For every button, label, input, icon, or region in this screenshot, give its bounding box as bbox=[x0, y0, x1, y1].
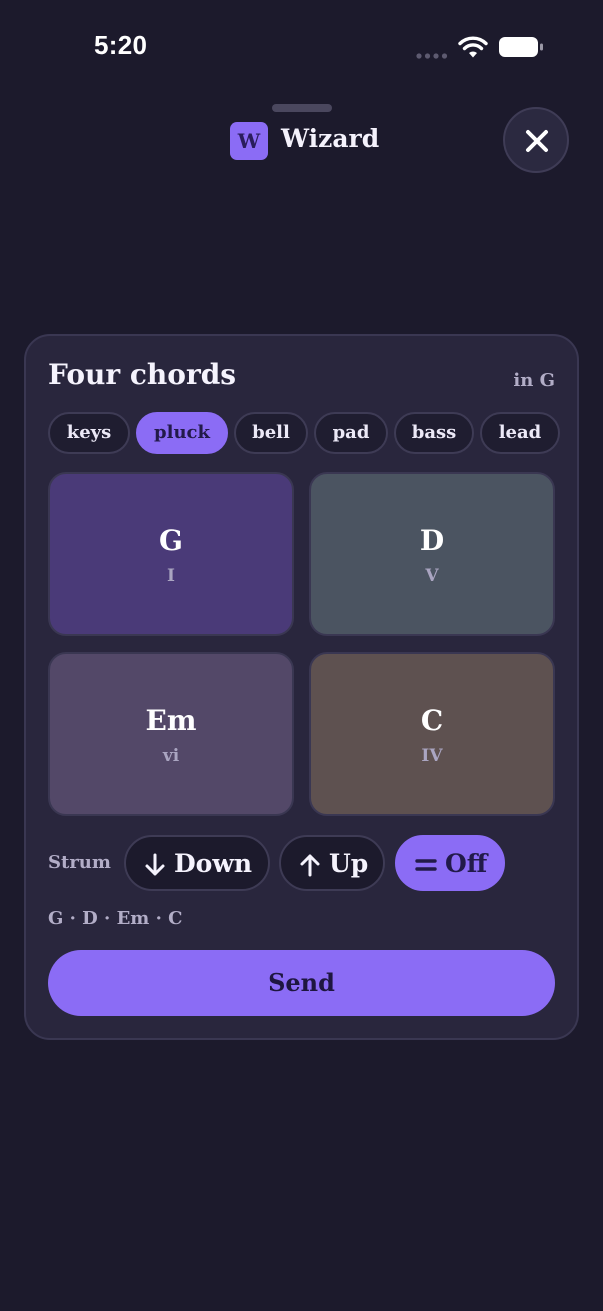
chip-lead[interactable]: lead bbox=[480, 412, 560, 454]
sheet-handle[interactable] bbox=[272, 104, 332, 112]
chord-card: Four chords in G keys pluck bell pad bas… bbox=[24, 334, 579, 1040]
key-label: in G bbox=[513, 370, 555, 391]
strum-off-label: Off bbox=[445, 849, 488, 878]
wifi-icon bbox=[458, 36, 488, 58]
chip-bass[interactable]: bass bbox=[394, 412, 474, 454]
chord-numeral: vi bbox=[162, 746, 180, 766]
chord-numeral: I bbox=[167, 566, 175, 586]
strum-down-label: Down bbox=[174, 849, 253, 878]
chip-keys[interactable]: keys bbox=[48, 412, 130, 454]
chord-pad-c[interactable]: C IV bbox=[309, 652, 555, 816]
close-button[interactable] bbox=[503, 107, 569, 173]
strum-up-button[interactable]: Up bbox=[279, 835, 385, 891]
strum-off-button[interactable]: Off bbox=[395, 835, 505, 891]
arrow-down-icon bbox=[145, 853, 165, 876]
chord-pad-em[interactable]: Em vi bbox=[48, 652, 294, 816]
chord-numeral: IV bbox=[421, 746, 443, 766]
strum-up-label: Up bbox=[329, 849, 369, 878]
app-logo: W bbox=[230, 122, 268, 160]
arrow-up-icon bbox=[300, 854, 320, 877]
card-title: Four chords bbox=[48, 358, 237, 391]
chip-pad[interactable]: pad bbox=[314, 412, 388, 454]
chord-numeral: V bbox=[425, 566, 439, 586]
send-button[interactable]: Send bbox=[48, 950, 555, 1016]
status-bar: 5:20 bbox=[0, 0, 603, 96]
cellular-signal-icon bbox=[416, 53, 448, 59]
chord-name: Em bbox=[145, 704, 197, 737]
app-title: Wizard bbox=[281, 124, 380, 153]
chord-name: D bbox=[419, 524, 445, 557]
equals-icon bbox=[415, 859, 437, 871]
chord-pad-d[interactable]: D V bbox=[309, 472, 555, 636]
chip-bell[interactable]: bell bbox=[234, 412, 308, 454]
chip-pluck[interactable]: pluck bbox=[136, 412, 228, 454]
chord-name: G bbox=[159, 524, 183, 557]
strum-label: Strum bbox=[48, 852, 111, 873]
chord-pad-g[interactable]: G I bbox=[48, 472, 294, 636]
battery-icon bbox=[499, 37, 543, 57]
chord-name: C bbox=[420, 704, 444, 737]
status-time: 5:20 bbox=[94, 30, 148, 60]
progression-text: G · D · Em · C bbox=[48, 908, 183, 929]
strum-down-button[interactable]: Down bbox=[124, 835, 270, 891]
close-icon bbox=[526, 130, 548, 152]
